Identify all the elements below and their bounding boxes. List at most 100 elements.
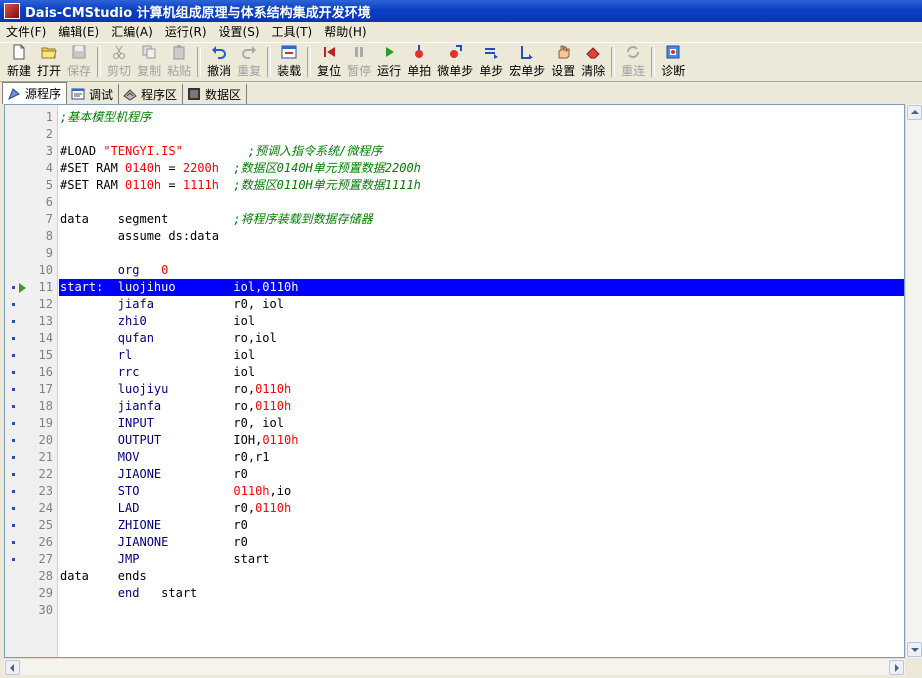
line-number: 14: [38, 331, 53, 345]
code-line[interactable]: 25 ZHIONE r0: [5, 517, 904, 534]
code-token: IOH,: [161, 433, 263, 447]
code-line[interactable]: 30: [5, 602, 904, 619]
code-line[interactable]: 26 JIANONE r0: [5, 534, 904, 551]
menu-tools[interactable]: 工具(T): [266, 23, 319, 41]
save-button-label: 保存: [67, 64, 92, 78]
line-number: 22: [38, 467, 53, 481]
dot-icon: [12, 490, 15, 493]
code-line[interactable]: 8 assume ds:data: [5, 228, 904, 245]
redo-button[interactable]: 重复: [234, 44, 264, 80]
menu-assemble[interactable]: 汇编(A): [105, 23, 159, 41]
diagnose-button[interactable]: 诊断: [658, 44, 688, 80]
code-line[interactable]: 16 rrc iol: [5, 364, 904, 381]
tab-program-area[interactable]: 程序区: [119, 84, 184, 104]
pause-button[interactable]: 暂停: [344, 44, 374, 80]
paste-button-label: 粘贴: [167, 64, 192, 78]
breakpoint-marker: [9, 330, 23, 347]
new-file-icon: [13, 44, 25, 60]
vertical-scrollbar[interactable]: [905, 104, 922, 658]
code-line[interactable]: 20 OUTPUT IOH,0110h: [5, 432, 904, 449]
code-editor[interactable]: 1 ;基本模型机程序 2 3 #LOAD "TENGYI.IS" ;预调入指令系统/微程…: [4, 104, 905, 658]
reset-button-label: 复位: [317, 64, 342, 78]
single-beat-button[interactable]: 单拍: [404, 44, 434, 80]
micro-step-button[interactable]: 微单步: [434, 44, 476, 80]
code-token: 0: [161, 263, 169, 277]
code-line[interactable]: 4 #SET RAM 0140h = 2200h ;数据区0140H单元预置数据2…: [5, 160, 904, 177]
new-button[interactable]: 新建: [4, 44, 34, 80]
code-line[interactable]: 18 jianfa ro,0110h: [5, 398, 904, 415]
breakpoint-marker: [9, 313, 23, 330]
tab-debug[interactable]: 调试: [67, 84, 120, 104]
code-text: jiafa r0, iol: [59, 296, 904, 313]
scroll-up-button[interactable]: [907, 105, 922, 120]
code-token: 0110h: [262, 433, 299, 447]
code-line[interactable]: 17 luojiyu ro,0110h: [5, 381, 904, 398]
clear-button[interactable]: 清除: [578, 44, 608, 80]
code-line[interactable]: 3 #LOAD "TENGYI.IS" ;预调入指令系统/微程序: [5, 143, 904, 160]
tab-source[interactable]: 源程序: [2, 82, 68, 104]
horizontal-scrollbar[interactable]: [4, 658, 905, 675]
load-button[interactable]: 装载: [274, 44, 304, 80]
code-line[interactable]: 15 rl iol: [5, 347, 904, 364]
code-line[interactable]: 29 end start: [5, 585, 904, 602]
macro-step-button[interactable]: 宏单步: [506, 44, 548, 80]
code-line[interactable]: 14 qufan ro,iol: [5, 330, 904, 347]
breakpoint-marker: [9, 551, 23, 568]
cut-button[interactable]: 剪切: [104, 44, 134, 80]
undo-button[interactable]: 撤消: [204, 44, 234, 80]
code-line[interactable]: 9: [5, 245, 904, 262]
toolbar-separator: [611, 47, 616, 77]
menu-run[interactable]: 运行(R): [159, 23, 213, 41]
code-line[interactable]: 6: [5, 194, 904, 211]
code-token: zhi0: [117, 314, 147, 328]
code-token: STO: [117, 484, 140, 498]
paste-button[interactable]: 粘贴: [164, 44, 194, 80]
menu-settings[interactable]: 设置(S): [213, 23, 266, 41]
settings-button[interactable]: 设置: [548, 44, 578, 80]
dot-icon: [12, 473, 15, 476]
code-line[interactable]: 22 JIAONE r0: [5, 466, 904, 483]
program-area-icon: [123, 89, 137, 101]
code-token: jiafa: [117, 297, 154, 311]
code-line[interactable]: 1 ;基本模型机程序: [5, 109, 904, 126]
code-line[interactable]: 10 org 0: [5, 262, 904, 279]
save-button[interactable]: 保存: [64, 44, 94, 80]
scroll-left-button[interactable]: [5, 660, 20, 675]
code-line[interactable]: 23 STO 0110h,io: [5, 483, 904, 500]
tab-data-area[interactable]: 数据区: [183, 84, 248, 104]
menu-edit[interactable]: 编辑(E): [52, 23, 105, 41]
menu-help[interactable]: 帮助(H): [318, 23, 372, 41]
code-line[interactable]: 13 zhi0 iol: [5, 313, 904, 330]
hand-settings-icon: [558, 45, 570, 59]
code-line[interactable]: 21 MOV r0,r1: [5, 449, 904, 466]
load-window-icon: [281, 45, 297, 59]
code-line[interactable]: 7 data segment ;将程序装载到数据存储器: [5, 211, 904, 228]
code-line[interactable]: 5 #SET RAM 0110h = 1111h ;数据区0110H单元预置数据1…: [5, 177, 904, 194]
code-line[interactable]: 27 JMP start: [5, 551, 904, 568]
copy-button[interactable]: 复制: [134, 44, 164, 80]
breakpoint-marker: [9, 381, 23, 398]
title-bar[interactable]: Dais-CMStudio 计算机组成原理与体系结构集成开发环境: [0, 0, 922, 22]
save-disk-icon: [72, 45, 86, 59]
run-button[interactable]: 运行: [374, 44, 404, 80]
scroll-down-button[interactable]: [907, 642, 922, 657]
code-line[interactable]: 11 start: luojihuo iol,0110h: [5, 279, 904, 296]
code-line[interactable]: 12 jiafa r0, iol: [5, 296, 904, 313]
code-line[interactable]: 24 LAD r0,0110h: [5, 500, 904, 517]
single-step-button[interactable]: 单步: [476, 44, 506, 80]
menu-file[interactable]: 文件(F): [0, 23, 52, 41]
open-button[interactable]: 打开: [34, 44, 64, 80]
code-line[interactable]: 19 INPUT r0, iol: [5, 415, 904, 432]
reset-button[interactable]: 复位: [314, 44, 344, 80]
scroll-right-button[interactable]: [889, 660, 904, 675]
code-line[interactable]: 2: [5, 126, 904, 143]
reconnect-button[interactable]: 重连: [618, 44, 648, 80]
pause-icon: [355, 47, 364, 57]
code-token: 0110h: [125, 178, 162, 192]
code-text: JMP start: [59, 551, 904, 568]
code-line[interactable]: 28 data ends: [5, 568, 904, 585]
